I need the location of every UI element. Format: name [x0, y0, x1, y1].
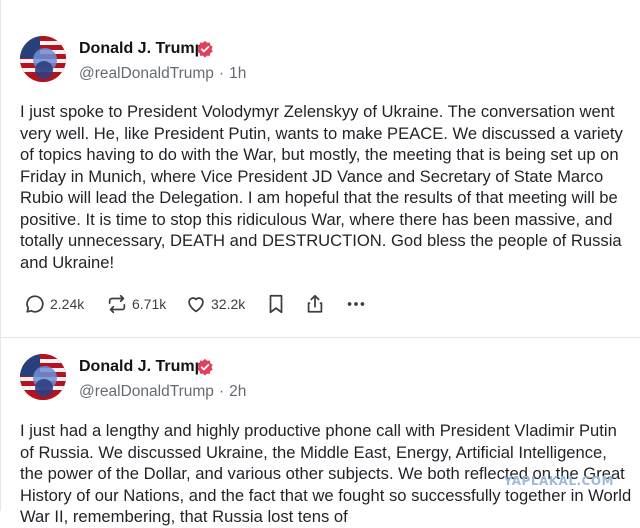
separator-dot: · — [218, 65, 225, 82]
retruth-button[interactable]: 6.71k — [106, 292, 166, 316]
reply-icon — [26, 295, 44, 313]
post-timestamp[interactable]: 2h — [229, 383, 246, 400]
verified-badge-icon — [197, 40, 213, 58]
more-button[interactable] — [344, 292, 368, 316]
avatar-image — [20, 36, 66, 82]
verified-badge-icon — [197, 358, 213, 376]
reply-count: 2.24k — [50, 296, 85, 312]
author-handle-line: @realDonaldTrump · 2h — [79, 383, 246, 401]
site-watermark: YAPLAKAL.COM — [503, 474, 614, 488]
retruth-count: 6.71k — [132, 296, 167, 312]
separator-dot: · — [218, 383, 225, 400]
author-name[interactable]: Donald J. Trump — [79, 358, 204, 376]
author-handle[interactable]: @realDonaldTrump — [79, 383, 214, 400]
like-button[interactable]: 32.2k — [185, 292, 245, 316]
avatar-image — [20, 354, 66, 400]
bookmark-icon — [269, 294, 283, 314]
bookmark-button[interactable] — [266, 292, 286, 316]
retruth-icon — [108, 294, 126, 314]
post-timestamp[interactable]: 1h — [229, 65, 246, 82]
share-icon — [307, 294, 323, 313]
post-1[interactable]: Donald J. Trump @realDonaldTrump · 1h I ju… — [0, 0, 640, 340]
share-button[interactable] — [304, 292, 326, 316]
post-text: I just spoke to President Volodymyr Zele… — [20, 102, 623, 272]
heart-icon — [188, 297, 204, 313]
reply-button[interactable]: 2.24k — [24, 292, 84, 316]
author-avatar[interactable] — [20, 354, 66, 400]
feed: Donald J. Trump @realDonaldTrump · 1h I ju… — [0, 0, 640, 526]
author-avatar[interactable] — [20, 36, 66, 82]
like-count: 32.2k — [211, 296, 246, 312]
post-actions: 2.24k 6.71k 32.2k — [24, 292, 384, 316]
more-icon — [347, 302, 365, 306]
author-name[interactable]: Donald J. Trump — [79, 40, 204, 58]
author-handle[interactable]: @realDonaldTrump — [79, 65, 214, 82]
author-handle-line: @realDonaldTrump · 1h — [79, 65, 246, 83]
